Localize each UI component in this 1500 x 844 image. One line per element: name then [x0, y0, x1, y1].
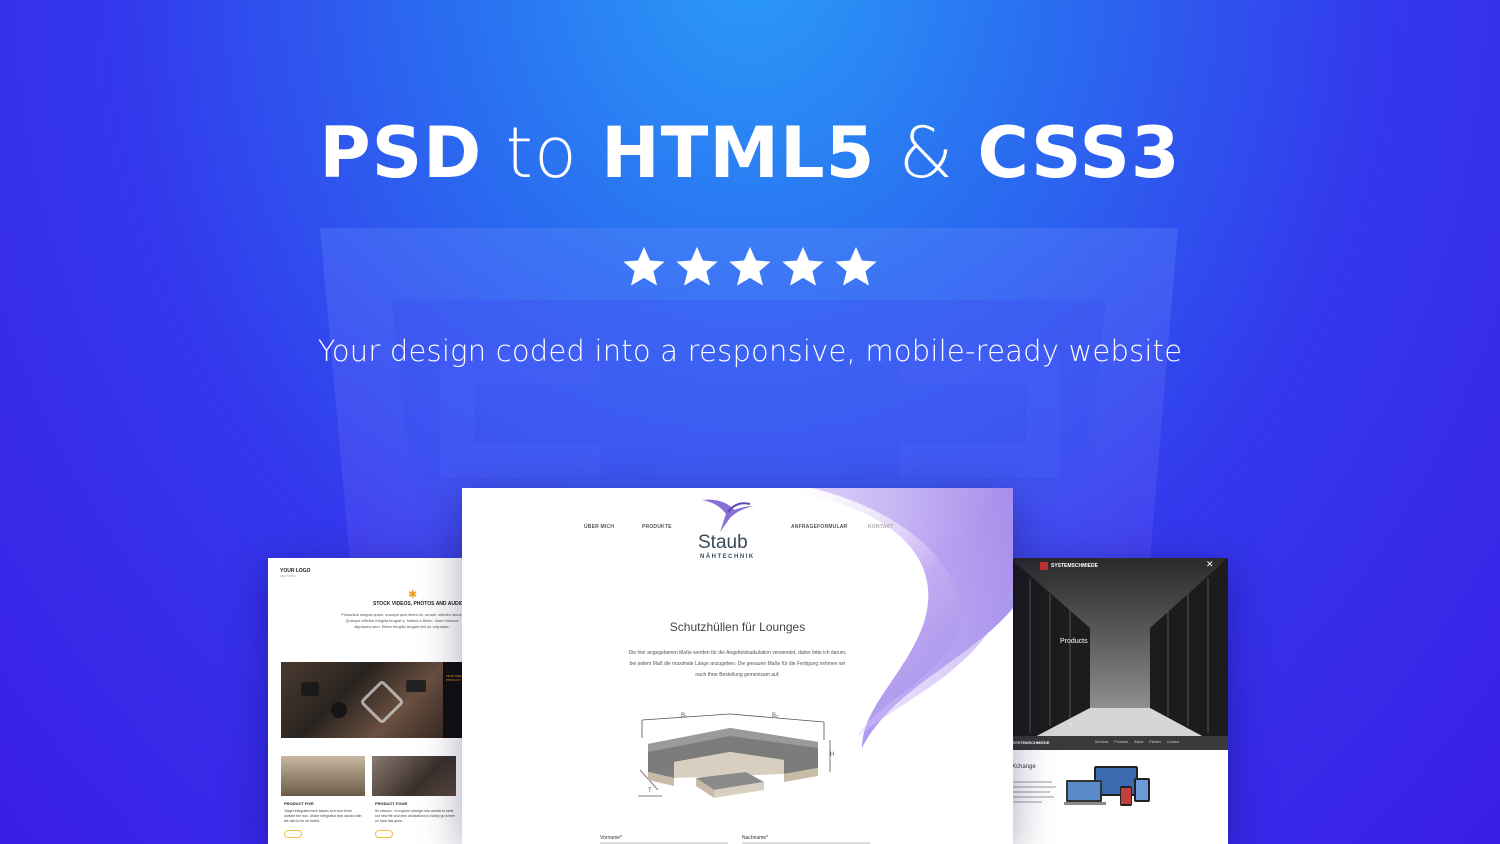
subtitle: Your design coded into a responsive, mob…	[317, 334, 1183, 368]
devices-illustration	[1064, 766, 1150, 806]
section-text	[1012, 778, 1056, 826]
hummingbird-logo-icon	[702, 499, 754, 532]
bar-link[interactable]: Products	[1114, 740, 1128, 744]
product-four-text: Its mission - to explore strange new wor…	[375, 809, 455, 823]
conference-photo	[281, 756, 365, 796]
product-four-button[interactable]	[375, 830, 393, 838]
close-icon[interactable]: ✕	[1206, 560, 1214, 570]
nav-anfrageformular[interactable]: ANFRAGEFORMULAR	[791, 524, 847, 530]
right-website-mockup: SYSTEMSCHMIEDE ✕ Products ⌄ SYSTEMSCHMIE…	[1010, 558, 1228, 844]
gear-photo	[281, 662, 443, 738]
star-icon	[676, 246, 718, 286]
headline-psd: PSD	[319, 112, 483, 194]
bar-link[interactable]: Partner	[1149, 740, 1160, 744]
bar-brand: SYSTEMSCHMIEDE	[1012, 740, 1050, 745]
section-text-line: bei jedem Maß die maximale Länge anzugeb…	[629, 661, 846, 667]
headline: PSD to HTML5 & CSS3	[0, 112, 1500, 194]
chevron-down-icon[interactable]: ⌄	[1067, 718, 1074, 727]
field-first-name-label: Vorname*	[600, 835, 622, 841]
dim-b1-label: B₁	[681, 713, 688, 719]
product-five-text: Target integrated tech stacks to in turn…	[284, 809, 362, 823]
nav-produkte[interactable]: PRODUKTE	[642, 524, 672, 530]
left-website-mockup: YOUR LOGO SECTIONS ✱ STOCK VIDEOS, PHOTO…	[268, 558, 468, 844]
section-title: Schutzhüllen für Lounges	[669, 620, 806, 634]
bar-links: Services Products About Partner Contact	[1095, 740, 1179, 744]
server-room-photo: SYSTEMSCHMIEDE ✕ Products ⌄	[1010, 558, 1228, 750]
product-five-button[interactable]	[284, 830, 302, 838]
star-icon	[729, 246, 771, 286]
product-four-title: PRODUCT FOUR	[375, 801, 408, 806]
right-nav-bar: SYSTEMSCHMIEDE Services Products About Part…	[1010, 736, 1228, 750]
dim-h-label: H	[830, 752, 835, 758]
lounge-sofa-illustration	[638, 713, 831, 798]
center-website-mockup: ÜBER MICH PRODUKTE ANFRAGEFORMULAR KONTA…	[462, 488, 1013, 844]
field-last-name-label: Nachname*	[742, 835, 769, 841]
headline-css3: CSS3	[977, 112, 1181, 194]
bar-link[interactable]: Services	[1095, 740, 1108, 744]
star-icon	[623, 246, 665, 286]
nav-kontakt[interactable]: KONTAKT	[868, 524, 893, 530]
headline-ampersand: &	[898, 112, 955, 194]
leather-photo	[372, 756, 456, 796]
section-text: Die hier angegebenen Maße werden für die…	[462, 648, 1013, 681]
headline-to: to	[505, 112, 578, 194]
left-logo-sub: SECTIONS	[280, 574, 296, 578]
right-brand: SYSTEMSCHMIEDE	[1051, 563, 1098, 569]
dim-t-label: T	[648, 788, 652, 794]
section-text-line: nach Ihrer Bestellung gemeinsam auf.	[695, 672, 780, 678]
brand-sub: NÄHTECHNIK	[700, 554, 755, 560]
hero-label: Products	[1060, 638, 1088, 645]
star-icon	[782, 246, 824, 286]
brand-logo-icon	[1040, 562, 1048, 570]
bar-link[interactable]: About	[1134, 740, 1143, 744]
star-rating	[621, 244, 879, 292]
left-body: Phasellus magna quam, suscipit quis libe…	[341, 612, 463, 629]
product-five-title: PRODUCT FIVE	[284, 801, 314, 806]
nav-ueber-mich[interactable]: ÜBER MICH	[584, 524, 614, 530]
brand-name: Staub	[698, 532, 748, 553]
bar-link[interactable]: Contact	[1167, 740, 1179, 744]
dim-b2-label: B₂	[772, 713, 779, 719]
left-heading: STOCK VIDEOS, PHOTOS AND AUDIO.	[373, 601, 466, 607]
sparkle-icon: ✱	[408, 588, 418, 601]
section-title: Xchange	[1012, 764, 1036, 770]
star-icon	[835, 246, 877, 286]
section-text-line: Die hier angegebenen Maße werden für die…	[628, 650, 847, 656]
headline-html5: HTML5	[601, 112, 876, 194]
